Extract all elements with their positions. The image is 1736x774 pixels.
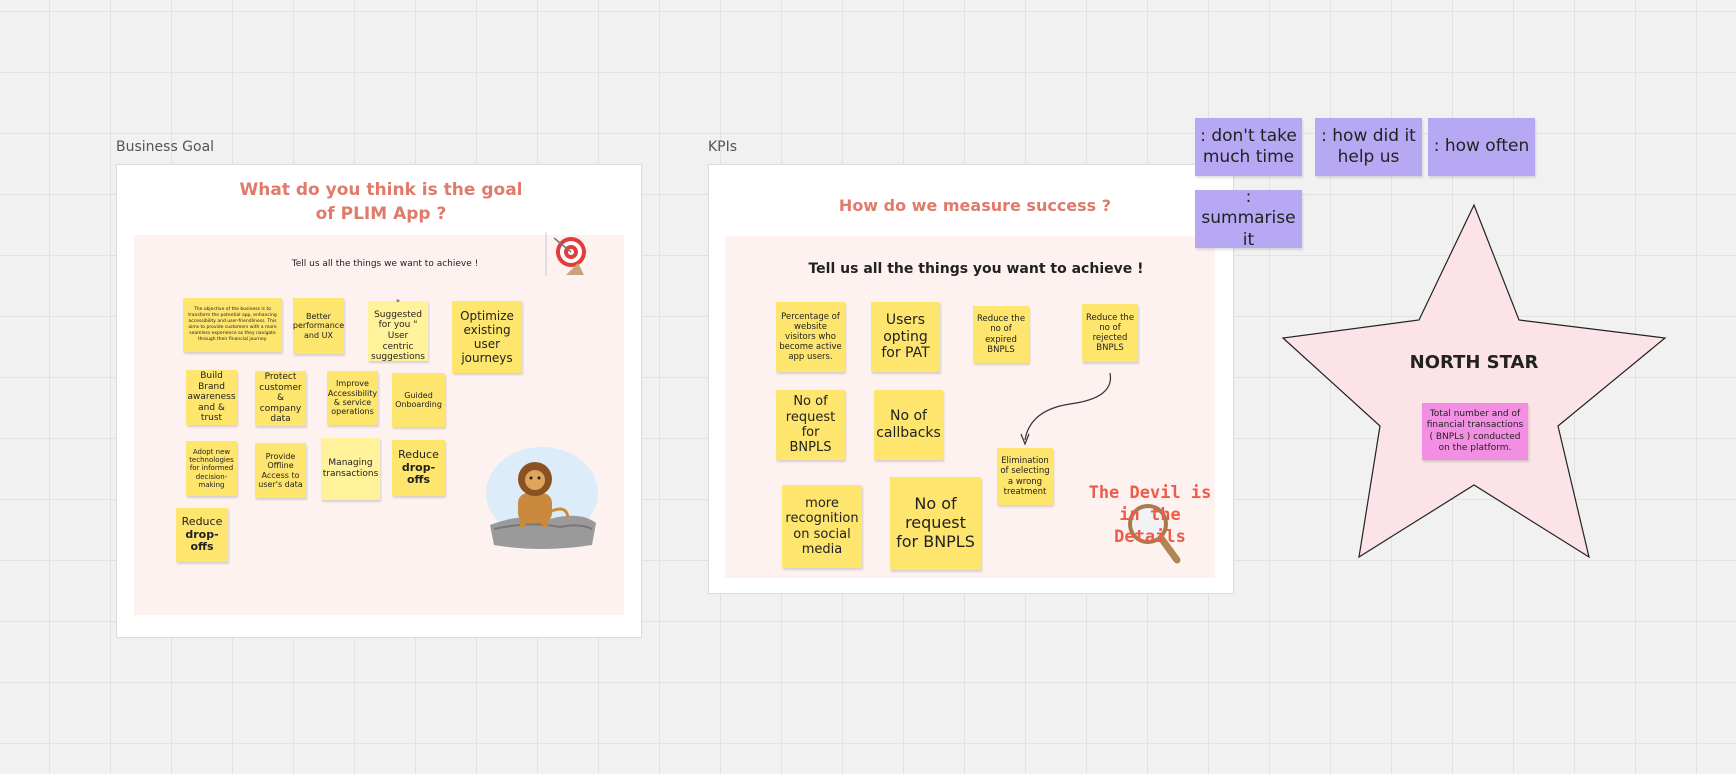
- kpi-sticky-rejected-bnpls[interactable]: Reduce the no of rejected BNPLS: [1082, 304, 1138, 362]
- sticky-adopt-technologies[interactable]: Adopt new technologies for informed deci…: [186, 441, 237, 496]
- sticky-protect-data[interactable]: Protect customer & company data: [255, 371, 306, 426]
- heading-line-1: What do you think is the goal: [239, 180, 523, 200]
- sticky-business-objective[interactable]: The objective of the business is to tran…: [183, 298, 282, 352]
- kpi-sticky-social-recognition[interactable]: more recognition on social media: [782, 485, 862, 568]
- purple-note-how-often[interactable]: : how often: [1428, 118, 1535, 176]
- purple-note-how-did-it-help[interactable]: : how did it help us: [1315, 118, 1422, 176]
- heading-line-2: of PLIM App ?: [315, 204, 447, 224]
- sticky-text-bold: drop-offs: [185, 527, 219, 554]
- kpi-sticky-expired-bnpls[interactable]: Reduce the no of expired BNPLS: [973, 306, 1029, 363]
- business-goal-heading: What do you think is the goal of PLIM Ap…: [216, 178, 546, 226]
- sticky-text: Reduce: [398, 447, 439, 461]
- devil-line-2: in the Details: [1114, 505, 1186, 547]
- kpi-sticky-request-bnpls-1[interactable]: No of request for BNPLS: [776, 390, 845, 460]
- lion-illustration: [486, 447, 598, 549]
- kpis-frame-label[interactable]: KPIs: [708, 139, 737, 155]
- target-icon: [545, 232, 586, 276]
- north-star-title: NORTH STAR: [1409, 352, 1539, 373]
- kpis-prompt: Tell us all the things you want to achie…: [808, 261, 1144, 277]
- business-goal-frame-label[interactable]: Business Goal: [116, 139, 214, 155]
- sticky-reduce-dropoffs-1[interactable]: Reduce drop-offs: [392, 440, 445, 496]
- north-star-shape[interactable]: [1280, 202, 1668, 560]
- sticky-managing-transactions[interactable]: Managing transactions: [321, 438, 380, 500]
- devil-details-text: The Devil is in the Details: [1080, 482, 1220, 548]
- kpi-sticky-request-bnpls-2[interactable]: No of request for BNPLS: [890, 477, 981, 570]
- sticky-text: Reduce: [181, 514, 223, 528]
- kpis-heading: How do we measure success ?: [838, 196, 1112, 215]
- kpi-sticky-users-opting-pat[interactable]: Users opting for PAT: [871, 302, 940, 372]
- kpi-sticky-elimination-wrong-treatment[interactable]: Elimination of selecting a wrong treatme…: [997, 448, 1053, 505]
- sticky-improve-accessibility[interactable]: Improve Accessibility & service operatio…: [327, 371, 378, 425]
- sticky-guided-onboarding[interactable]: Guided Onboarding: [392, 373, 445, 427]
- sticky-build-brand[interactable]: Build Brand awareness and & trust: [186, 370, 237, 425]
- devil-line-1: The Devil is: [1088, 483, 1212, 503]
- sticky-text-bold: drop-offs: [401, 460, 436, 487]
- sticky-offline-access[interactable]: Provide Offline Access to user's data: [255, 443, 306, 498]
- purple-note-dont-take-time[interactable]: : don't take much time: [1195, 118, 1302, 176]
- sticky-suggested-for-you[interactable]: " Suggested for you " User centric sugge…: [368, 299, 428, 362]
- sticky-optimize-journeys[interactable]: Optimize existing user journeys: [452, 301, 522, 373]
- kpi-sticky-website-visitors[interactable]: Percentage of website visitors who becom…: [776, 302, 845, 372]
- north-star-note[interactable]: Total number and of financial transactio…: [1422, 403, 1528, 460]
- curved-arrow: [1020, 372, 1112, 446]
- kpi-sticky-callbacks[interactable]: No of callbacks: [874, 390, 943, 460]
- business-goal-prompt: Tell us all the things we want to achiev…: [291, 259, 479, 269]
- sticky-reduce-dropoffs-2[interactable]: Reduce drop-offs: [176, 508, 228, 562]
- sticky-better-performance[interactable]: Better performance and UX: [293, 298, 344, 354]
